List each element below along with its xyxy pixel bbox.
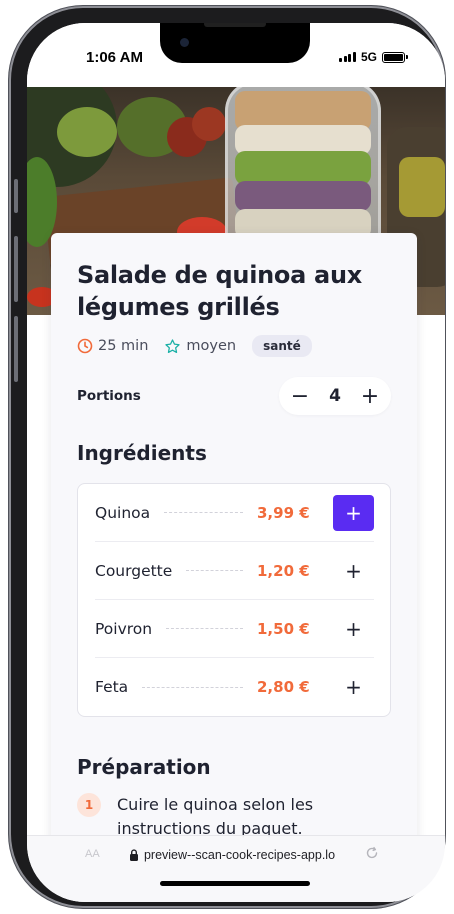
ingredients-list: Quinoa 3,99 € + Courgette 1,20 € + Poivr… bbox=[77, 483, 391, 717]
browser-bottom-bar: AA preview--scan-cook-recipes-app.lo bbox=[27, 835, 445, 902]
duration-label: 25 min bbox=[98, 338, 149, 354]
speaker-grille bbox=[204, 23, 266, 27]
duration-info: 25 min bbox=[77, 338, 148, 354]
battery-icon bbox=[382, 51, 408, 63]
category-tag: santé bbox=[252, 335, 312, 357]
dotted-leader bbox=[186, 570, 243, 571]
volume-down-button bbox=[14, 316, 18, 382]
network-label: 5G bbox=[360, 50, 377, 64]
portions-row: Portions − 4 + bbox=[77, 377, 393, 415]
recipe-title: Salade de quinoa aux légumes grillés bbox=[77, 261, 362, 321]
dotted-leader bbox=[166, 628, 243, 629]
ingredient-row-quinoa: Quinoa 3,99 € + bbox=[95, 484, 374, 542]
volume-up-button bbox=[14, 236, 18, 302]
home-indicator[interactable] bbox=[160, 881, 310, 886]
lock-icon bbox=[129, 849, 139, 861]
ingredient-row-feta: Feta 2,80 € + bbox=[95, 658, 374, 716]
status-indicators: 5G bbox=[339, 50, 408, 64]
ingredient-price: 3,99 € bbox=[257, 503, 310, 522]
preparation-step: 1 Cuire le quinoa selon les instructions… bbox=[77, 793, 393, 841]
ingredient-row-poivron: Poivron 1,50 € + bbox=[95, 600, 374, 658]
ingredient-name: Quinoa bbox=[95, 503, 151, 522]
mute-switch bbox=[14, 179, 18, 213]
status-bar: 1:06 AM 5G bbox=[27, 23, 445, 87]
ingredient-price: 1,50 € bbox=[257, 619, 310, 638]
step-text: Cuire le quinoa selon les instructions d… bbox=[117, 795, 314, 838]
ingredient-name: Poivron bbox=[95, 619, 153, 638]
phone-frame: 1:06 AM 5G Salade de quinoa aux légumes … bbox=[9, 6, 445, 908]
ingredient-name: Feta bbox=[95, 678, 129, 696]
screen: 1:06 AM 5G Salade de quinoa aux légumes … bbox=[27, 23, 445, 902]
url-text: preview--scan-cook-recipes-app.lo bbox=[143, 848, 336, 862]
ingredient-price: 2,80 € bbox=[257, 678, 310, 696]
add-to-cart-button[interactable]: + bbox=[333, 611, 374, 647]
difficulty-info: moyen bbox=[164, 338, 236, 355]
recipe-meta: 25 min moyen santé bbox=[77, 333, 393, 359]
portions-stepper: − 4 + bbox=[279, 377, 391, 415]
portions-label: Portions bbox=[77, 388, 141, 404]
decrease-portions-button[interactable]: − bbox=[289, 384, 311, 409]
status-time: 1:06 AM bbox=[86, 49, 143, 66]
notch bbox=[160, 23, 310, 63]
add-to-cart-button[interactable]: + bbox=[333, 553, 374, 589]
reload-icon[interactable] bbox=[365, 846, 379, 865]
dotted-leader bbox=[164, 512, 243, 513]
add-to-cart-button[interactable]: + bbox=[333, 494, 374, 531]
step-number: 1 bbox=[77, 793, 101, 817]
signal-icon bbox=[339, 52, 356, 62]
difficulty-label: moyen bbox=[186, 338, 237, 354]
add-to-cart-button[interactable]: + bbox=[333, 669, 374, 705]
address-bar[interactable]: preview--scan-cook-recipes-app.lo bbox=[85, 840, 379, 870]
preparation-title: Préparation bbox=[77, 755, 211, 779]
increase-portions-button[interactable]: + bbox=[359, 384, 381, 409]
dotted-leader bbox=[142, 686, 243, 688]
star-icon bbox=[165, 338, 181, 353]
portions-value: 4 bbox=[329, 386, 341, 406]
front-camera-icon bbox=[180, 38, 189, 47]
ingredient-price: 1,20 € bbox=[257, 561, 310, 580]
ingredients-title: Ingrédients bbox=[77, 441, 207, 465]
ingredient-name: Courgette bbox=[95, 561, 173, 580]
ingredient-row-courgette: Courgette 1,20 € + bbox=[95, 542, 374, 600]
recipe-card: Salade de quinoa aux légumes grillés 25 … bbox=[51, 233, 417, 873]
clock-icon bbox=[77, 338, 93, 354]
